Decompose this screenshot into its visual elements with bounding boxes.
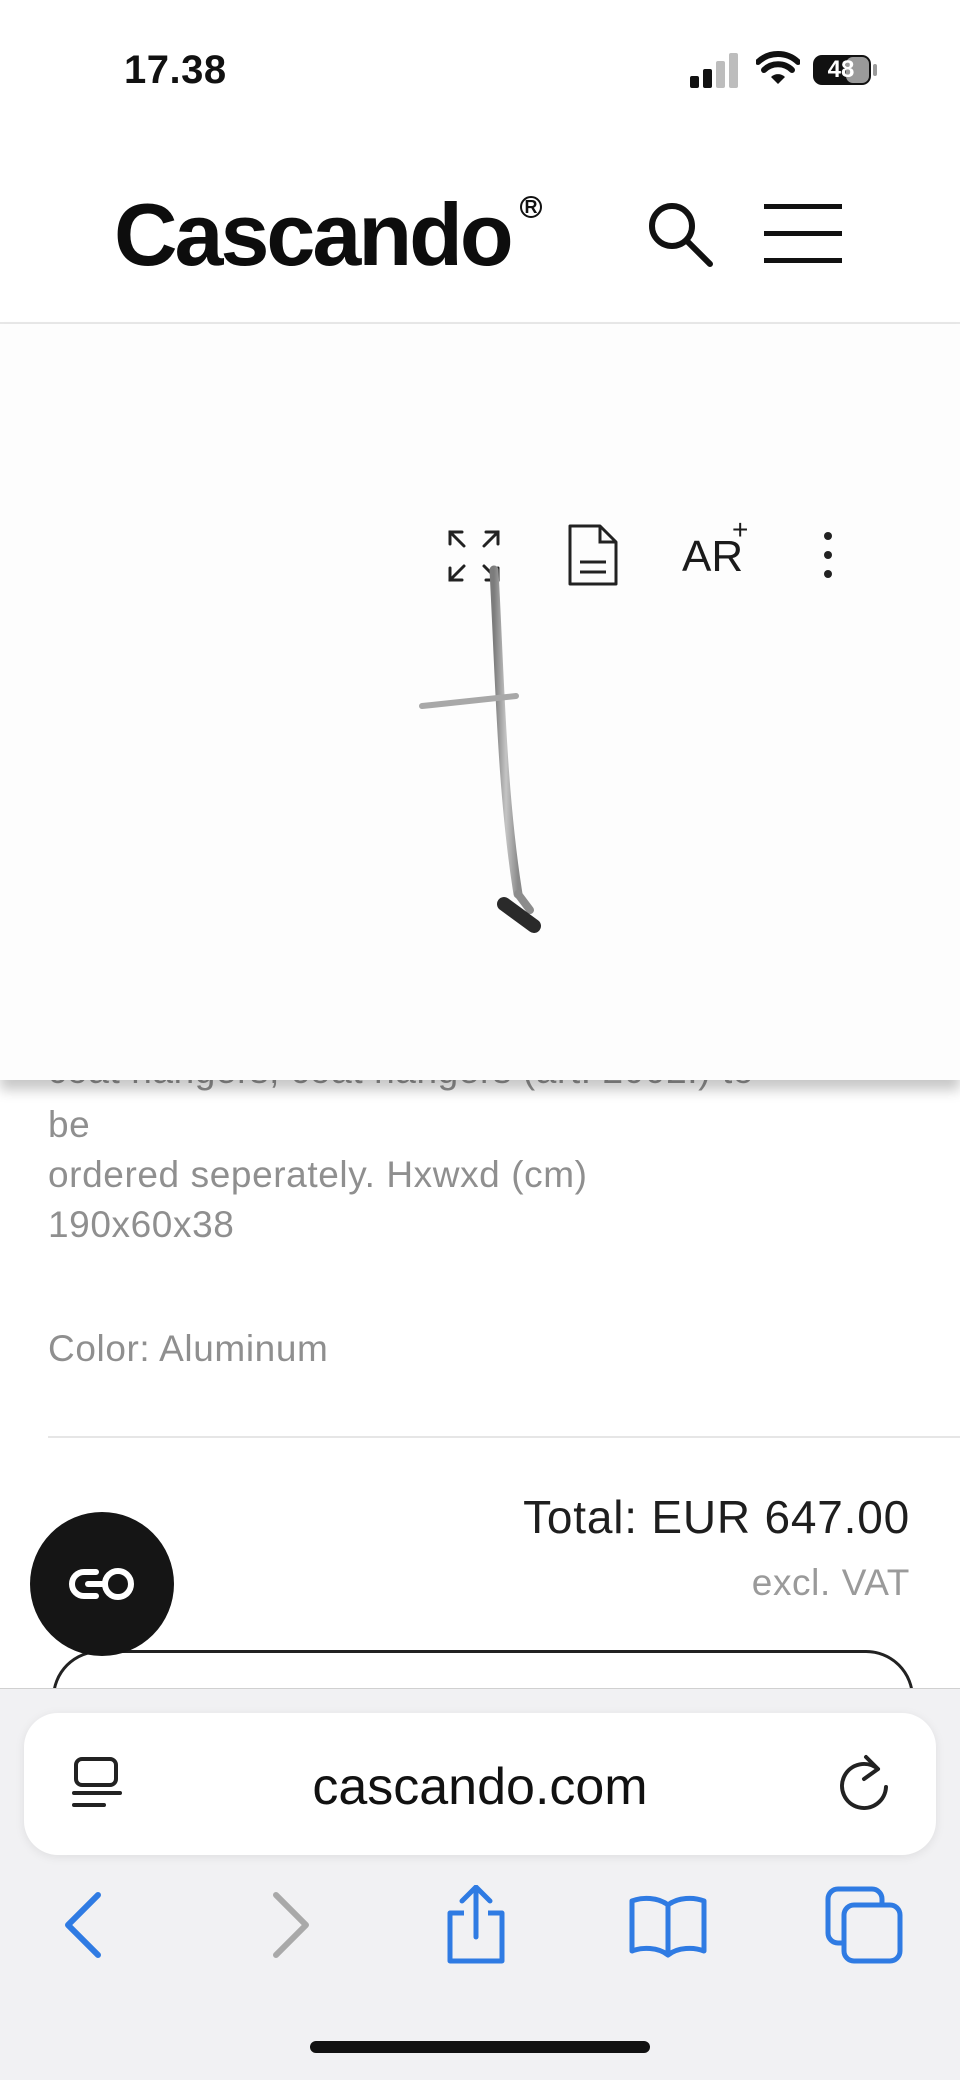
registered-mark: R bbox=[520, 196, 542, 218]
url-text[interactable]: cascando.com bbox=[24, 1757, 936, 1817]
description-line: 190x60x38 bbox=[48, 1204, 235, 1245]
cellular-signal-icon bbox=[690, 53, 738, 88]
menu-icon[interactable] bbox=[762, 200, 844, 266]
battery-icon: 48 bbox=[812, 54, 878, 86]
status-time: 17.38 bbox=[124, 48, 227, 92]
address-bar[interactable]: cascando.com bbox=[24, 1713, 936, 1855]
back-icon[interactable] bbox=[46, 1885, 126, 1965]
more-options-icon[interactable] bbox=[818, 530, 838, 580]
chat-button[interactable] bbox=[30, 1512, 174, 1656]
share-icon[interactable] bbox=[436, 1885, 516, 1965]
divider bbox=[48, 1436, 960, 1438]
reload-icon[interactable] bbox=[836, 1753, 892, 1815]
vat-note: excl. VAT bbox=[751, 1562, 910, 1603]
description-line: ordered seperately. Hxwxd (cm) bbox=[48, 1154, 588, 1195]
tabs-icon[interactable] bbox=[824, 1885, 904, 1965]
ar-plus: + bbox=[732, 514, 749, 545]
product-color: Color: Aluminum bbox=[48, 1328, 329, 1369]
price-total: Total: EUR 647.00 bbox=[523, 1491, 910, 1543]
description-line: be bbox=[48, 1104, 91, 1145]
ar-icon[interactable]: AR + bbox=[682, 514, 752, 590]
forward-icon[interactable] bbox=[248, 1885, 328, 1965]
wifi-icon bbox=[756, 51, 800, 84]
home-indicator bbox=[310, 2041, 650, 2053]
brand-logo[interactable]: Cascando bbox=[114, 184, 514, 286]
search-icon[interactable] bbox=[644, 198, 716, 270]
document-icon[interactable] bbox=[566, 522, 620, 588]
browser-toolbar: cascando.com bbox=[0, 1688, 960, 2080]
chat-logo-icon bbox=[69, 1568, 134, 1600]
bookmarks-icon[interactable] bbox=[628, 1885, 708, 1965]
coat-stand-image bbox=[419, 565, 541, 933]
product-3d-viewer[interactable]: AR + bbox=[0, 324, 960, 1080]
battery-level: 48 bbox=[827, 56, 855, 83]
